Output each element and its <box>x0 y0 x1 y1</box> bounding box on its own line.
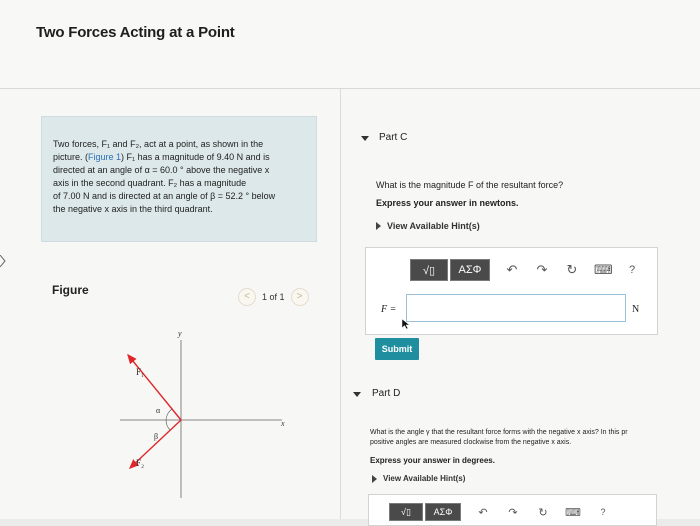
part-c-title: Part C <box>379 132 408 143</box>
part-c-question: What is the magnitude F of the resultant… <box>376 180 564 190</box>
figure-page-indicator: 1 of 1 <box>262 292 285 302</box>
problem-line: of 7.00 N and is directed at an angle of… <box>53 191 276 201</box>
y-axis-label: y <box>177 329 182 338</box>
templates-button[interactable]: √▯ <box>410 259 448 281</box>
greek-symbols-button[interactable]: ΑΣΦ <box>425 503 461 521</box>
next-figure-button[interactable]: > <box>290 288 309 306</box>
problem-text-fragment: picture. ( <box>53 152 89 162</box>
templates-button[interactable]: √▯ <box>389 503 423 521</box>
f1-vector <box>127 353 182 421</box>
part-d-collapse-icon[interactable] <box>353 392 361 397</box>
part-c-collapse-icon[interactable] <box>361 136 369 141</box>
part-d-question: What is the angle γ that the resultant f… <box>370 429 628 436</box>
problem-line: directed at an angle of α = 60.0 ° above… <box>53 165 270 175</box>
answer-variable-label: F = <box>381 304 397 315</box>
force-diagram: y x α β F₁ F₂ <box>120 329 285 498</box>
problem-line: picture. (Figure 1) F₁ has a magnitude o… <box>53 151 313 164</box>
figure-link[interactable]: Figure 1 <box>88 152 121 162</box>
prev-figure-button[interactable]: < <box>238 288 256 306</box>
hints-label: View Available Hint(s) <box>383 474 466 483</box>
figure-heading: Figure <box>52 283 89 297</box>
part-d-question-cont: positive angles are measured clockwise f… <box>370 439 572 446</box>
redo-icon[interactable]: ↷ <box>505 506 521 519</box>
page: Two Forces Acting at a Point Two forces,… <box>0 0 700 526</box>
header: Two Forces Acting at a Point <box>0 0 700 89</box>
alpha-arc <box>165 408 173 421</box>
f1-label: F₁ <box>136 367 144 377</box>
submit-button[interactable]: Submit <box>375 338 419 360</box>
greek-symbols-button[interactable]: ΑΣΦ <box>450 259 490 281</box>
beta-arc <box>165 419 171 431</box>
undo-icon[interactable]: ↶ <box>475 506 491 519</box>
x-axis-label: x <box>280 419 285 428</box>
keyboard-icon[interactable]: ⌨ <box>565 506 581 519</box>
answer-input[interactable] <box>406 294 626 322</box>
problem-line: the negative x axis in the third quadran… <box>53 204 213 214</box>
figure-pager: < 1 of 1 > <box>238 288 309 306</box>
page-title: Two Forces Acting at a Point <box>36 24 235 41</box>
help-button[interactable]: ? <box>624 264 640 276</box>
undo-icon[interactable]: ↶ <box>504 262 520 278</box>
problem-line: Two forces, F₁ and F₂, act at a point, a… <box>53 139 264 149</box>
part-d-instruction: Express your answer in degrees. <box>370 456 495 465</box>
keyboard-icon[interactable]: ⌨ <box>594 262 613 278</box>
problem-text-fragment: ) F₁ has a magnitude of 9.40 N and is <box>121 152 270 162</box>
part-d-title: Part D <box>372 388 401 399</box>
collapse-chevron-icon[interactable] <box>0 255 6 267</box>
problem-line: axis in the second quadrant. F₂ has a ma… <box>53 178 247 188</box>
math-toolbar: √▯ ΑΣΦ ↶ ↷ ↻ ⌨ ? <box>410 259 640 281</box>
math-toolbar-part-d: √▯ ΑΣΦ ↶ ↷ ↻ ⌨ ? <box>389 503 611 521</box>
expand-triangle-icon <box>376 222 381 230</box>
redo-icon[interactable]: ↷ <box>534 262 550 278</box>
expand-triangle-icon <box>372 474 377 483</box>
help-button[interactable]: ? <box>595 507 611 517</box>
reset-icon[interactable]: ↻ <box>535 506 551 519</box>
answer-unit: N <box>632 304 640 315</box>
hints-label: View Available Hint(s) <box>387 221 480 231</box>
problem-statement: Two forces, F₁ and F₂, act at a point, a… <box>53 138 313 216</box>
beta-label: β <box>154 432 158 441</box>
reset-icon[interactable]: ↻ <box>564 262 580 278</box>
part-d-hints-toggle[interactable]: View Available Hint(s) <box>372 474 465 483</box>
mouse-cursor-icon <box>401 318 411 330</box>
part-c-instruction: Express your answer in newtons. <box>376 198 519 208</box>
f2-label: F₂ <box>136 458 144 468</box>
alpha-label: α <box>156 406 161 415</box>
part-c-hints-toggle[interactable]: View Available Hint(s) <box>376 221 480 231</box>
column-divider <box>340 88 341 519</box>
